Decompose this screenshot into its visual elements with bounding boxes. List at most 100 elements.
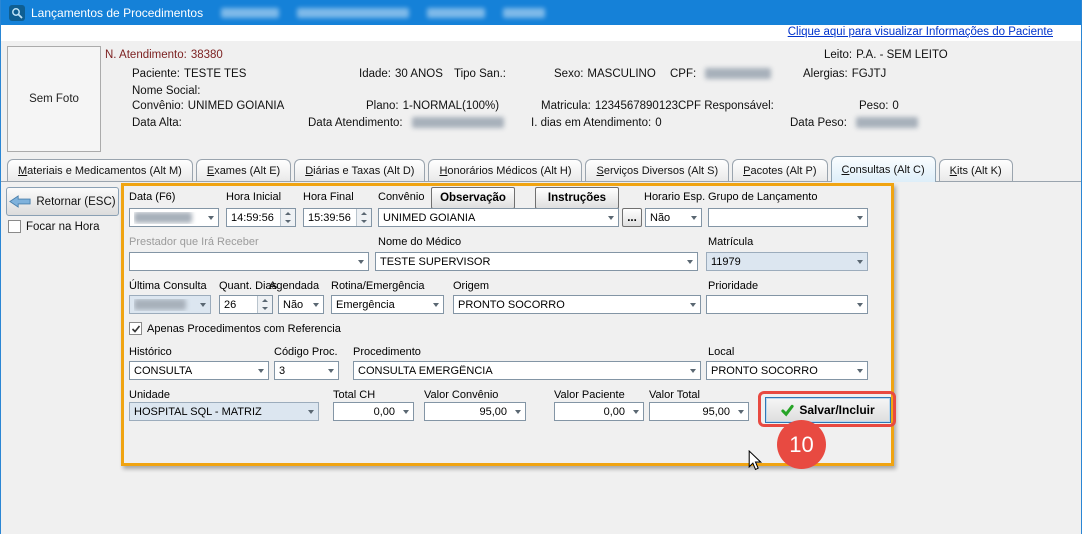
- procedimento-combobox[interactable]: CONSULTA EMERGÊNCIA: [353, 361, 701, 380]
- photo-placeholder-text: Sem Foto: [29, 93, 79, 105]
- label-codigo-proc: Código Proc.: [274, 346, 338, 358]
- spin-down-icon[interactable]: [281, 218, 295, 227]
- label-unidade: Unidade: [129, 389, 170, 401]
- dropdown-arrow-icon: [628, 403, 643, 420]
- label-grupo-lancamento: Grupo de Lançamento: [708, 191, 817, 203]
- instrucoes-button[interactable]: Instruções: [535, 187, 619, 209]
- back-arrow-icon: [9, 195, 31, 208]
- origem-combobox[interactable]: PRONTO SOCORRO: [453, 295, 701, 314]
- patient-field-tipo-san: Tipo San.:: [454, 68, 506, 80]
- dropdown-arrow-icon: [253, 362, 268, 379]
- hora-final-spinner[interactable]: 15:39:56: [303, 208, 372, 227]
- observacao-button[interactable]: Observação: [431, 187, 515, 209]
- patient-field-alergias: Alergias:FGJTJ: [803, 68, 886, 80]
- redacted-value: [705, 68, 771, 79]
- patient-field-cpf: CPF:: [670, 68, 771, 80]
- label-hora-inicial: Hora Inicial: [226, 191, 281, 203]
- total-ch-field[interactable]: 0,00: [333, 402, 414, 421]
- tab-servicos-diversos[interactable]: Serviços Diversos (Alt S): [585, 159, 729, 181]
- dropdown-arrow-icon: [428, 296, 443, 313]
- label-historico: Histórico: [129, 346, 172, 358]
- horario-esp-combobox[interactable]: Não: [645, 208, 702, 227]
- tab-diarias-taxas[interactable]: Diárias e Taxas (Alt D): [294, 159, 425, 181]
- photo-placeholder: Sem Foto: [7, 46, 101, 152]
- focar-na-hora-checkbox[interactable]: Focar na Hora: [8, 220, 100, 233]
- retornar-button[interactable]: Retornar (ESC): [6, 187, 119, 216]
- label-matricula: Matrícula: [708, 236, 753, 248]
- dropdown-arrow-icon: [195, 296, 210, 313]
- checkbox-unchecked-icon: [8, 220, 21, 233]
- convenio-combobox[interactable]: UNIMED GOIANIA: [378, 208, 619, 227]
- valor-total-field[interactable]: 95,00: [649, 402, 749, 421]
- patient-panel: Sem Foto N. Atendimento:38380 Leito:P.A.…: [1, 41, 1081, 157]
- dropdown-arrow-icon: [603, 209, 618, 226]
- spin-up-icon[interactable]: [357, 209, 371, 218]
- tab-exames[interactable]: Exames (Alt E): [196, 159, 291, 181]
- redacted-title-text: [427, 8, 485, 18]
- convenio-more-button[interactable]: ...: [622, 208, 642, 227]
- valor-paciente-field[interactable]: 0,00: [554, 402, 644, 421]
- label-hora-final: Hora Final: [303, 191, 354, 203]
- historico-combobox[interactable]: CONSULTA: [129, 361, 269, 380]
- tab-pacotes[interactable]: Pacotes (Alt P): [732, 159, 827, 181]
- valor-convenio-field[interactable]: 95,00: [424, 402, 526, 421]
- label-prestador: Prestador que Irá Receber: [129, 236, 259, 248]
- label-valor-total: Valor Total: [649, 389, 700, 401]
- apenas-referencia-checkbox[interactable]: Apenas Procedimentos com Referencia: [129, 322, 341, 335]
- dropdown-arrow-icon: [203, 209, 218, 226]
- mouse-cursor: [748, 450, 763, 471]
- patient-field-peso: Peso:0: [859, 100, 899, 112]
- label-total-ch: Total CH: [333, 389, 375, 401]
- local-combobox[interactable]: PRONTO SOCORRO: [706, 361, 868, 380]
- hora-inicial-spinner[interactable]: 14:59:56: [226, 208, 296, 227]
- tab-honorarios-medicos[interactable]: Honorários Médicos (Alt H): [428, 159, 582, 181]
- quant-dias-spinner[interactable]: 26: [219, 295, 273, 314]
- redacted-title-text: [297, 8, 409, 18]
- nome-medico-combobox[interactable]: TESTE SUPERVISOR: [375, 252, 698, 271]
- grupo-lancamento-combobox[interactable]: [708, 208, 868, 227]
- dropdown-arrow-icon: [682, 253, 697, 270]
- link-row: Clique aqui para visualizar Informações …: [1, 25, 1081, 41]
- dropdown-arrow-icon: [852, 362, 867, 379]
- dropdown-arrow-icon: [353, 253, 368, 270]
- dropdown-arrow-icon: [733, 403, 748, 420]
- dropdown-arrow-icon: [852, 296, 867, 313]
- spin-down-icon[interactable]: [357, 218, 371, 227]
- annotation-step-badge: 10: [777, 420, 826, 469]
- checkbox-checked-icon: [129, 322, 142, 335]
- prioridade-combobox[interactable]: [706, 295, 868, 314]
- redacted-title-text: [221, 8, 279, 18]
- dropdown-arrow-icon: [323, 362, 338, 379]
- spin-up-icon[interactable]: [281, 209, 295, 218]
- tab-consultas[interactable]: Consultas (Alt C): [831, 156, 936, 182]
- patient-field-data-atendimento: Data Atendimento:: [308, 117, 504, 129]
- tab-materiais-medicamentos[interactable]: Materiais e Medicamentos (Alt M): [7, 159, 193, 181]
- window-title: Lançamentos de Procedimentos: [31, 6, 203, 20]
- app-window: Lançamentos de Procedimentos Clique aqui…: [0, 0, 1082, 534]
- dropdown-arrow-icon: [852, 209, 867, 226]
- rotina-emergencia-combobox[interactable]: Emergência: [331, 295, 444, 314]
- codigo-proc-combobox[interactable]: 3: [274, 361, 339, 380]
- tab-kits[interactable]: Kits (Alt K): [939, 159, 1013, 181]
- label-valor-convenio: Valor Convênio: [424, 389, 498, 401]
- patient-info-link[interactable]: Clique aqui para visualizar Informações …: [788, 26, 1053, 38]
- spin-up-icon[interactable]: [258, 296, 272, 305]
- patient-field-idade: Idade:30 ANOS: [359, 68, 443, 80]
- label-horario-esp: Horario Esp.: [644, 191, 705, 203]
- prestador-combobox[interactable]: [129, 252, 369, 271]
- titlebar: Lançamentos de Procedimentos: [1, 0, 1081, 25]
- patient-field-nome-social: Nome Social:: [132, 85, 200, 97]
- patient-field-sexo: Sexo:MASCULINO: [554, 68, 656, 80]
- redacted-value: [856, 117, 918, 128]
- dropdown-arrow-icon: [685, 362, 700, 379]
- agendada-combobox[interactable]: Não: [278, 295, 324, 314]
- patient-field-paciente: Paciente:TESTE TES: [132, 68, 246, 80]
- dropdown-arrow-icon: [852, 253, 867, 270]
- data-combobox[interactable]: [129, 208, 219, 227]
- spin-down-icon[interactable]: [258, 305, 272, 314]
- dropdown-arrow-icon: [303, 403, 318, 420]
- patient-field-matricula: Matricula:1234567890123: [541, 100, 678, 112]
- redacted-value: [412, 117, 504, 128]
- redacted-value: [134, 212, 192, 223]
- tab-bar: Materiais e Medicamentos (Alt M) Exames …: [1, 157, 1081, 182]
